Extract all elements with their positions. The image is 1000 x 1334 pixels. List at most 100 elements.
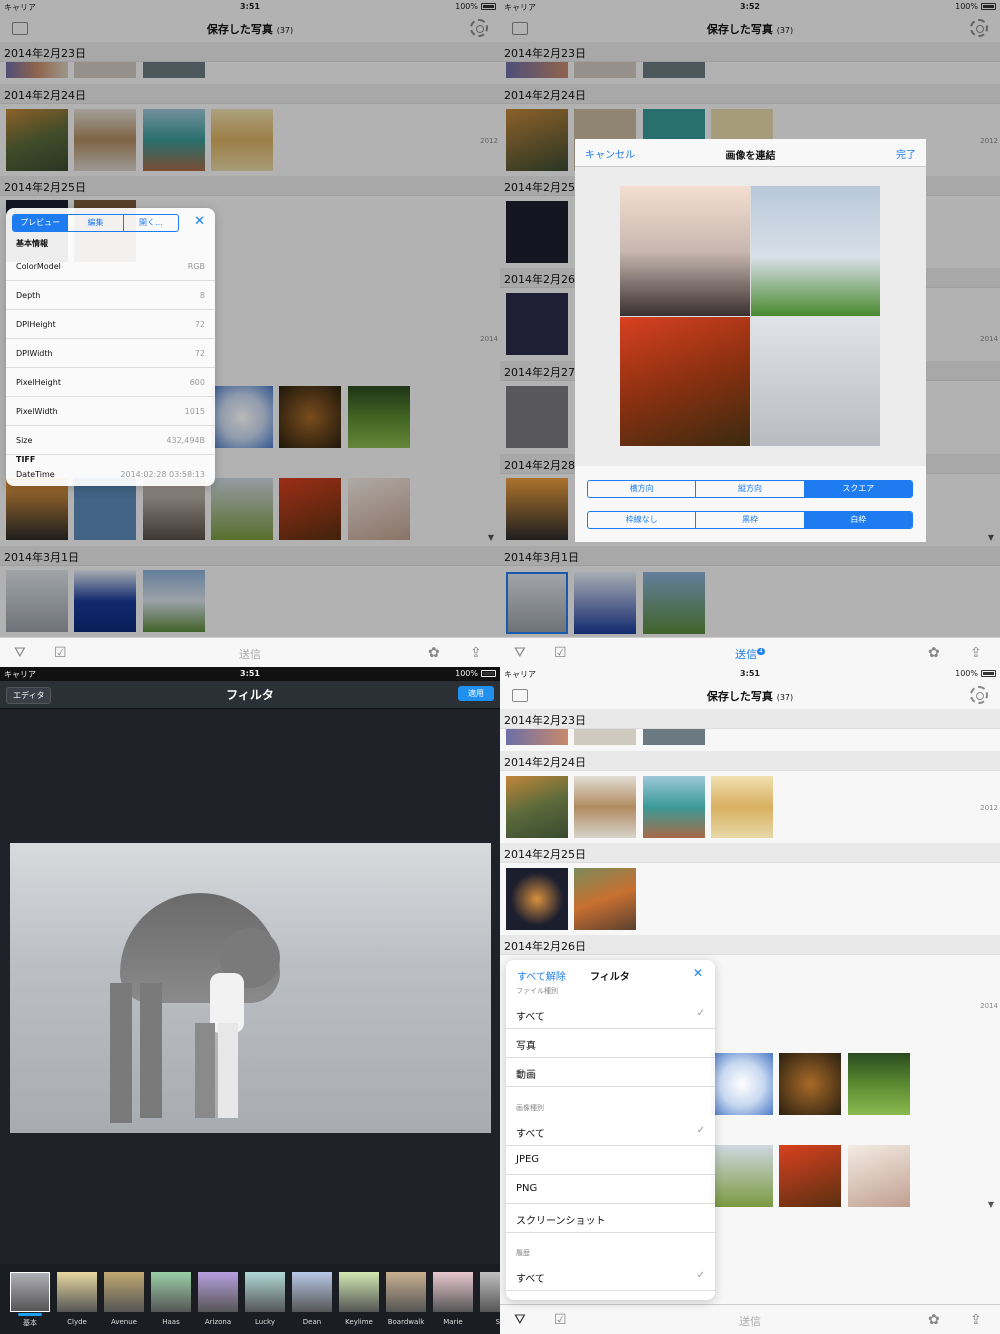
battery-icon bbox=[481, 670, 496, 677]
filter-item[interactable]: Sa bbox=[480, 1272, 500, 1328]
gear-icon[interactable] bbox=[970, 686, 988, 704]
filter-option-png[interactable]: PNG bbox=[506, 1175, 715, 1204]
scroll-down-indicator[interactable]: ▼ bbox=[988, 1200, 994, 1209]
send-button[interactable]: 送信 bbox=[500, 1313, 1000, 1329]
filter-option-screenshot[interactable]: スクリーンショット bbox=[506, 1204, 715, 1233]
tab-open[interactable]: 開く... bbox=[124, 215, 178, 231]
palette-icon[interactable]: ✿ bbox=[928, 645, 940, 661]
battery-icon bbox=[981, 670, 996, 677]
status-bar: キャリア 3:51 100% bbox=[0, 667, 500, 681]
filter-option-history-all[interactable]: すべて ✓ bbox=[506, 1262, 715, 1291]
filter-preview-thumbnail bbox=[339, 1272, 379, 1312]
photo-thumbnail[interactable] bbox=[574, 776, 636, 838]
send-button[interactable]: 送信 bbox=[0, 646, 500, 662]
bottom-toolbar: ⛛ ☑ 送信 ✿ ⇪ bbox=[500, 1304, 1000, 1334]
photo-thumbnail[interactable] bbox=[506, 729, 568, 745]
section-tiff: TIFF bbox=[16, 455, 36, 464]
photo-thumbnail[interactable] bbox=[848, 1053, 910, 1115]
filter-popover: すべて解除 フィルタ ✕ ファイル種別 すべて ✓ 写真 動画 画像種別 すべて ✓… bbox=[506, 960, 715, 1300]
frame-control: 枠線なし 黒枠 白枠 bbox=[587, 511, 913, 529]
merged-tile bbox=[750, 316, 880, 446]
photo-thumbnail[interactable] bbox=[643, 729, 705, 745]
section-header: 2014年2月25日 bbox=[500, 843, 1000, 863]
photo-thumbnail[interactable] bbox=[574, 868, 636, 930]
photo-thumbnail[interactable] bbox=[643, 776, 705, 838]
filter-option-video[interactable]: 動画 bbox=[506, 1058, 715, 1087]
share-icon[interactable]: ⇪ bbox=[470, 645, 482, 661]
filter-item[interactable]: Lucky bbox=[245, 1272, 285, 1328]
filter-item[interactable]: Dean bbox=[292, 1272, 332, 1328]
frame-white[interactable]: 白枠 bbox=[804, 512, 912, 528]
filter-preview-thumbnail bbox=[151, 1272, 191, 1312]
apply-button[interactable]: 適用 bbox=[458, 686, 494, 701]
filter-item[interactable]: Clyde bbox=[57, 1272, 97, 1328]
filter-preview-thumbnail bbox=[386, 1272, 426, 1312]
filter-item[interactable]: Keylime bbox=[339, 1272, 379, 1328]
frame-none[interactable]: 枠線なし bbox=[588, 512, 697, 528]
edit-photo-canvas[interactable] bbox=[10, 843, 491, 1133]
selected-filter-indicator bbox=[18, 1313, 42, 1316]
info-row: DateTime 2014:02:28 03:58:13 bbox=[16, 470, 205, 479]
section-image-type: 画像種別 bbox=[516, 1104, 544, 1112]
check-icon: ✓ bbox=[696, 1270, 705, 1281]
photo-thumbnail[interactable] bbox=[848, 1145, 910, 1207]
info-row: Size 432,494B bbox=[6, 426, 215, 455]
send-button[interactable]: 送信 4 bbox=[500, 646, 1000, 662]
filter-option-jpeg[interactable]: JPEG bbox=[506, 1146, 715, 1175]
library-info-view: キャリア 3:51 100% 保存した写真 (37) 2014年2月23日 20… bbox=[0, 0, 500, 667]
filter-item[interactable]: Arizona bbox=[198, 1272, 238, 1328]
close-icon[interactable]: ✕ bbox=[194, 214, 205, 229]
tab-edit[interactable]: 編集 bbox=[68, 215, 124, 231]
section-basic: 基本情報 bbox=[16, 239, 48, 248]
close-icon[interactable]: ✕ bbox=[693, 966, 703, 980]
popover-title: フィルタ bbox=[590, 972, 630, 983]
photo-thumbnail[interactable] bbox=[711, 776, 773, 838]
year-index: 2014 bbox=[980, 1002, 998, 1010]
filter-item[interactable]: Marie bbox=[433, 1272, 473, 1328]
share-icon[interactable]: ⇪ bbox=[970, 1312, 982, 1328]
info-row: DPIWidth 72 bbox=[6, 339, 215, 368]
clear-all-button[interactable]: すべて解除 bbox=[517, 968, 566, 983]
filter-label: Marie bbox=[443, 1318, 463, 1326]
dialog-title: 画像を連結 bbox=[725, 151, 776, 162]
direction-control: 横方向 縦方向 スクエア bbox=[587, 480, 913, 498]
direction-horizontal[interactable]: 横方向 bbox=[588, 481, 697, 497]
photo-thumbnail[interactable] bbox=[574, 729, 636, 745]
filter-label: Avenue bbox=[110, 1318, 137, 1326]
palette-icon[interactable]: ✿ bbox=[928, 1312, 940, 1328]
year-index: 2012 bbox=[980, 804, 998, 812]
photo-thumbnail[interactable] bbox=[506, 776, 568, 838]
filter-item[interactable]: Boardwalk bbox=[386, 1272, 426, 1328]
filter-item[interactable]: Haas bbox=[151, 1272, 191, 1328]
direction-vertical[interactable]: 縦方向 bbox=[696, 481, 805, 497]
photo-thumbnail[interactable] bbox=[711, 1053, 773, 1115]
filter-label: Arizona bbox=[204, 1318, 232, 1326]
page-title: 保存した写真 (37) bbox=[706, 690, 794, 703]
info-popover: プレビュー 編集 開く... ✕ 基本情報 ColorModel RGB Dept… bbox=[6, 208, 215, 486]
editor-title: フィルタ bbox=[226, 688, 274, 702]
filter-item[interactable]: 基本 bbox=[10, 1272, 50, 1328]
direction-square[interactable]: スクエア bbox=[804, 481, 912, 497]
filter-preview-thumbnail bbox=[57, 1272, 97, 1312]
library-filter-view: キャリア 3:51 100% 保存した写真 (37) 2014年2月23日 20… bbox=[500, 667, 1000, 1334]
filter-preview-thumbnail bbox=[245, 1272, 285, 1312]
filter-option-image-all[interactable]: すべて ✓ bbox=[506, 1117, 715, 1146]
battery-label: 100% bbox=[455, 669, 478, 678]
filter-label: Dean bbox=[302, 1318, 322, 1326]
frame-black[interactable]: 黒枠 bbox=[696, 512, 805, 528]
battery-label: 100% bbox=[955, 669, 978, 678]
photo-thumbnail[interactable] bbox=[711, 1145, 773, 1207]
palette-icon[interactable]: ✿ bbox=[428, 645, 440, 661]
filter-option-file-all[interactable]: すべて ✓ bbox=[506, 1000, 715, 1029]
info-row: PixelWidth 1015 bbox=[6, 397, 215, 426]
filter-item[interactable]: Avenue bbox=[104, 1272, 144, 1328]
bottom-toolbar: ⛛ ☑ 送信 4 ✿ ⇪ bbox=[500, 637, 1000, 667]
tab-preview[interactable]: プレビュー bbox=[13, 215, 69, 231]
share-icon[interactable]: ⇪ bbox=[970, 645, 982, 661]
photo-thumbnail[interactable] bbox=[779, 1053, 841, 1115]
send-badge: 4 bbox=[757, 648, 765, 656]
filter-option-photo[interactable]: 写真 bbox=[506, 1029, 715, 1058]
photo-thumbnail[interactable] bbox=[506, 868, 568, 930]
photo-thumbnail[interactable] bbox=[779, 1145, 841, 1207]
done-button[interactable]: 完了 bbox=[896, 146, 916, 161]
